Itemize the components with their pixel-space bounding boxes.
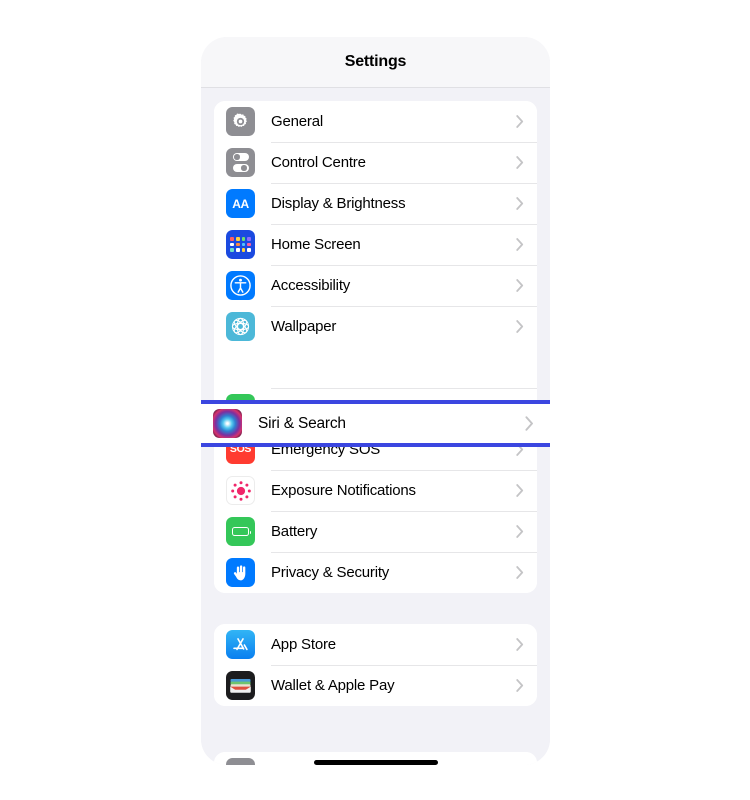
page-title: Settings bbox=[344, 53, 407, 70]
chevron-right-icon bbox=[516, 238, 524, 251]
settings-group-system: General Control Centre AA Display & Brig… bbox=[214, 101, 537, 593]
settings-row-wallet-apple-pay[interactable]: Wallet & Apple Pay bbox=[214, 665, 537, 706]
chevron-right-icon bbox=[525, 416, 534, 431]
settings-row-label: Privacy & Security bbox=[271, 564, 390, 581]
settings-row-label: Wallet & Apple Pay bbox=[271, 677, 395, 694]
app-store-icon bbox=[226, 630, 255, 659]
chevron-right-icon bbox=[516, 566, 524, 579]
settings-row-display-brightness[interactable]: AA Display & Brightness bbox=[214, 183, 537, 224]
settings-row-siri-search[interactable]: Siri & Search bbox=[213, 404, 538, 443]
settings-row-wallpaper[interactable]: Wallpaper bbox=[214, 306, 537, 347]
highlight-annotation-siri-search: Siri & Search bbox=[201, 400, 550, 447]
settings-group-store: App Store Wallet & Apple Pay bbox=[214, 624, 537, 706]
settings-row-label: Home Screen bbox=[271, 236, 361, 253]
chevron-right-icon bbox=[516, 156, 524, 169]
control-centre-icon bbox=[226, 148, 255, 177]
settings-row-label: App Store bbox=[271, 636, 336, 653]
chevron-right-icon bbox=[516, 484, 524, 497]
settings-row-exposure-notifications[interactable]: Exposure Notifications bbox=[214, 470, 537, 511]
navigation-bar: Settings bbox=[201, 37, 550, 88]
gear-icon bbox=[226, 107, 255, 136]
home-indicator bbox=[313, 760, 438, 765]
settings-row-label: Accessibility bbox=[271, 277, 351, 294]
siri-icon bbox=[213, 409, 242, 438]
wallet-icon bbox=[226, 671, 255, 700]
chevron-right-icon bbox=[516, 638, 524, 651]
phone-frame: Settings General Control Centre AA Displ… bbox=[201, 37, 550, 765]
settings-row-label: Wallpaper bbox=[271, 318, 337, 335]
settings-row-label: Exposure Notifications bbox=[271, 482, 416, 499]
accessibility-icon bbox=[226, 271, 255, 300]
chevron-right-icon bbox=[516, 115, 524, 128]
settings-row-battery[interactable]: Battery bbox=[214, 511, 537, 552]
display-brightness-icon: AA bbox=[226, 189, 255, 218]
chevron-right-icon bbox=[516, 197, 524, 210]
settings-row-label: Control Centre bbox=[271, 154, 366, 171]
settings-row-privacy-security[interactable]: Privacy & Security bbox=[214, 552, 537, 593]
exposure-notifications-icon bbox=[226, 476, 255, 505]
wallpaper-icon bbox=[226, 312, 255, 341]
settings-row-control-centre[interactable]: Control Centre bbox=[214, 142, 537, 183]
passwords-icon bbox=[226, 758, 255, 765]
settings-row-accessibility[interactable]: Accessibility bbox=[214, 265, 537, 306]
battery-icon bbox=[226, 517, 255, 546]
chevron-right-icon bbox=[516, 279, 524, 292]
settings-row-general[interactable]: General bbox=[214, 101, 537, 142]
home-screen-icon bbox=[226, 230, 255, 259]
settings-row-label: Display & Brightness bbox=[271, 195, 406, 212]
settings-row-label: Siri & Search bbox=[258, 414, 346, 432]
settings-scroll-area[interactable]: General Control Centre AA Display & Brig… bbox=[201, 101, 550, 765]
display-icon-label: AA bbox=[232, 196, 249, 211]
chevron-right-icon bbox=[516, 679, 524, 692]
chevron-right-icon bbox=[516, 525, 524, 538]
settings-row-label: General bbox=[271, 113, 323, 130]
settings-row-app-store[interactable]: App Store bbox=[214, 624, 537, 665]
settings-row-label: Battery bbox=[271, 523, 318, 540]
settings-row-home-screen[interactable]: Home Screen bbox=[214, 224, 537, 265]
privacy-security-icon bbox=[226, 558, 255, 587]
chevron-right-icon bbox=[516, 320, 524, 333]
